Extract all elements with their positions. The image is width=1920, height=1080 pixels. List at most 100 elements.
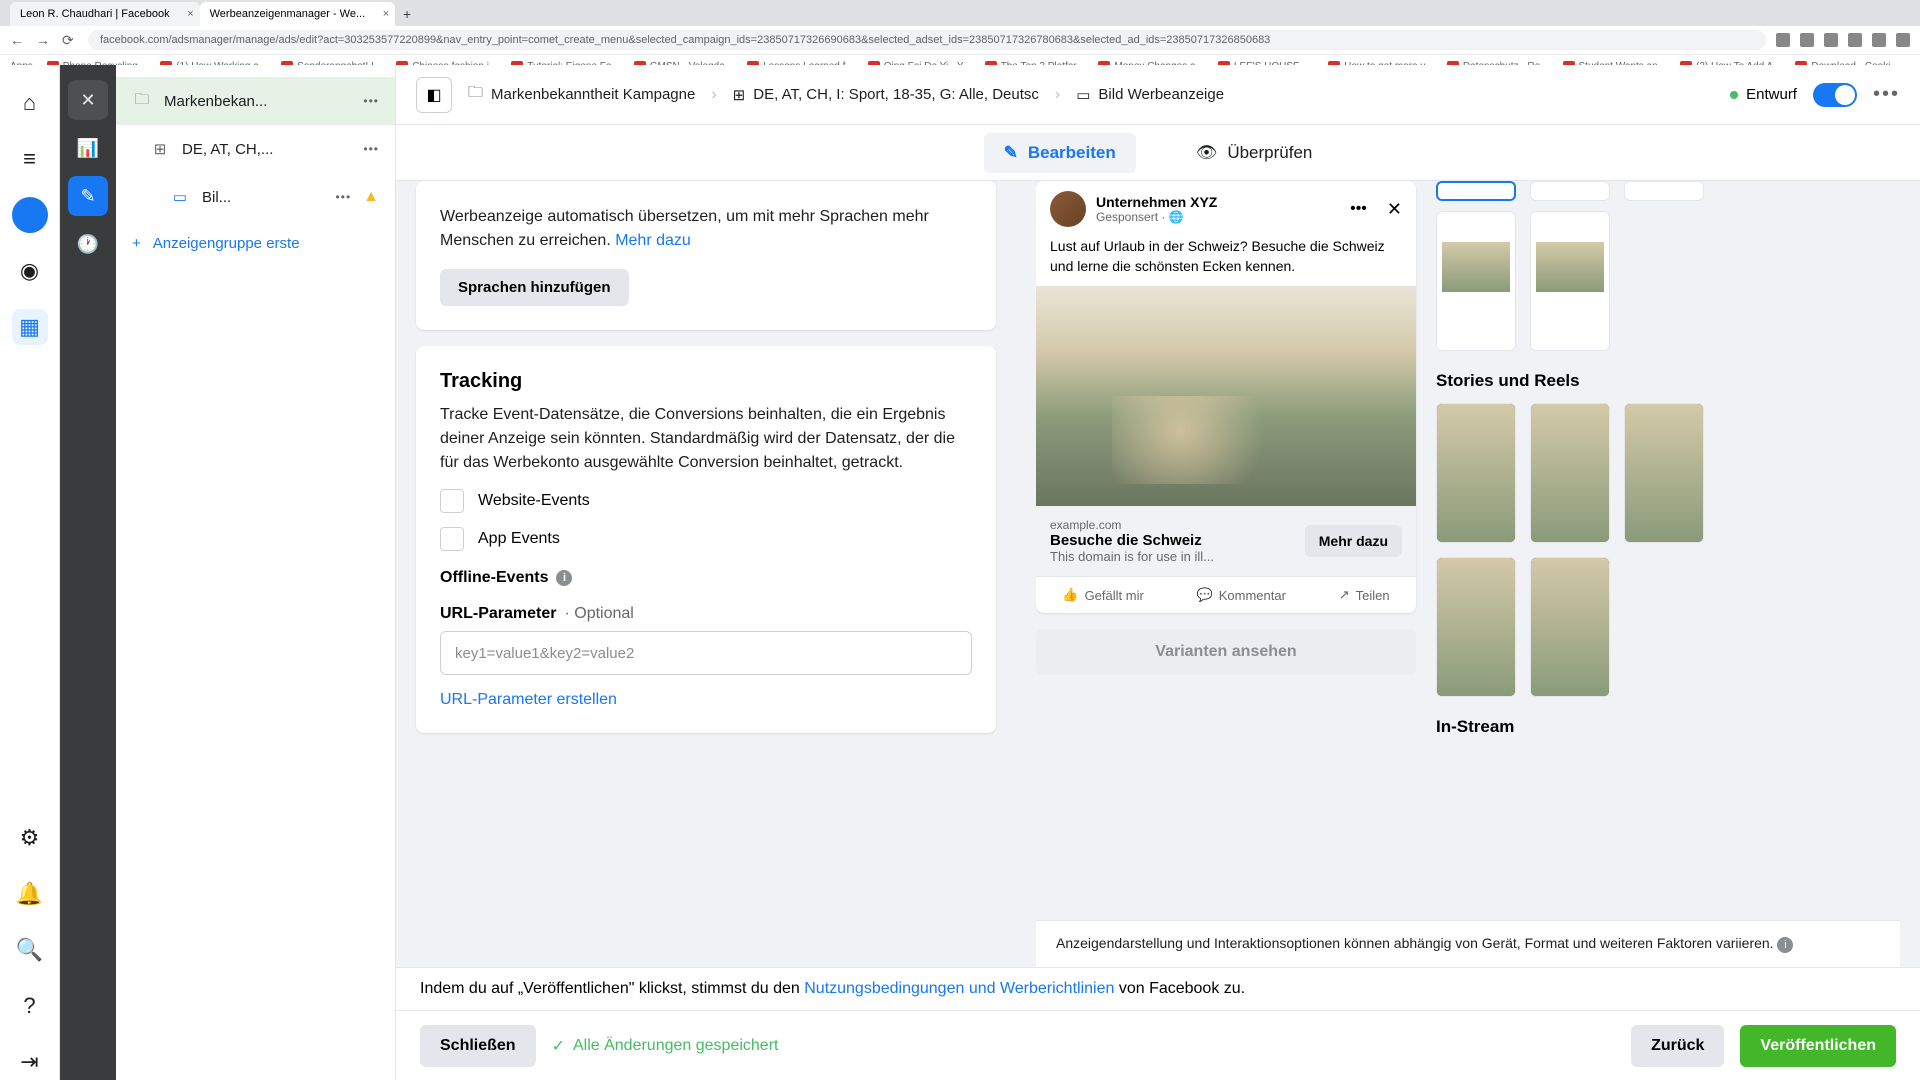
checkbox[interactable]	[440, 489, 464, 513]
section-title: In-Stream	[1436, 717, 1900, 737]
tree-label: Markenbekan...	[164, 93, 351, 110]
placement-thumb[interactable]	[1436, 181, 1516, 201]
publish-button[interactable]: Veröffentlichen	[1740, 1025, 1896, 1067]
tracking-card: Tracking Tracke Event-Datensätze, die Co…	[416, 346, 996, 733]
tree-campaign[interactable]: 🗀 Markenbekan... •••	[116, 77, 395, 125]
placement-thumb[interactable]	[1530, 211, 1610, 351]
placement-thumb[interactable]	[1530, 403, 1610, 543]
view-variants-button[interactable]: Varianten ansehen	[1036, 629, 1416, 675]
learn-more-link[interactable]: Mehr dazu	[615, 232, 691, 249]
url-param-input[interactable]	[440, 631, 972, 675]
sub-tabs: ✎Bearbeiten 👁Überprüfen	[396, 125, 1920, 181]
extensions	[1776, 33, 1910, 47]
tree-adset[interactable]: ⊞ DE, AT, CH,... •••	[116, 125, 395, 173]
image-icon: ▭	[170, 187, 190, 207]
preview-headline: Besuche die Schweiz	[1050, 532, 1305, 549]
crumb-adset[interactable]: ⊞DE, AT, CH, I: Sport, 18-35, G: Alle, D…	[733, 86, 1039, 104]
preview-header: Unternehmen XYZ Gesponsert · 🌐 ••• ✕	[1036, 181, 1416, 237]
collapse-button[interactable]: ◧	[416, 77, 452, 113]
advertiser-name: Unternehmen XYZ	[1096, 194, 1340, 210]
edit-icon[interactable]: ✎	[68, 176, 108, 216]
preview-description: This domain is for use in ill...	[1050, 549, 1305, 564]
help-icon[interactable]: ?	[12, 988, 48, 1024]
preview-row: Unternehmen XYZ Gesponsert · 🌐 ••• ✕ Lus…	[1036, 181, 1900, 920]
avatar[interactable]	[12, 197, 48, 233]
share-button[interactable]: ↗Teilen	[1339, 587, 1390, 603]
create-adset-button[interactable]: + Anzeigengruppe erste	[116, 221, 395, 266]
close-button[interactable]: ✕	[68, 80, 108, 120]
languages-card: Werbeanzeige automatisch übersetzen, um …	[416, 181, 996, 330]
more-icon[interactable]: •••	[363, 94, 379, 108]
placement-thumb[interactable]	[1436, 403, 1516, 543]
back-button[interactable]: Zurück	[1631, 1025, 1724, 1067]
app-events-row[interactable]: App Events	[440, 527, 972, 551]
extension-icon[interactable]	[1896, 33, 1910, 47]
more-icon[interactable]: •••	[363, 142, 379, 156]
pencil-icon: ✎	[1004, 143, 1018, 163]
bell-icon[interactable]: 🔔	[12, 876, 48, 912]
close-button[interactable]: Schließen	[420, 1025, 536, 1067]
tab-edit[interactable]: ✎Bearbeiten	[984, 133, 1136, 173]
extension-icon[interactable]	[1800, 33, 1814, 47]
preview-cta-button[interactable]: Mehr dazu	[1305, 525, 1402, 557]
grid-icon: ⊞	[733, 86, 746, 104]
gear-icon[interactable]: ⚙	[12, 820, 48, 856]
close-icon[interactable]: ✕	[1387, 199, 1402, 220]
like-button[interactable]: 👍Gefällt mir	[1062, 587, 1143, 603]
share-icon: ↗	[1339, 587, 1350, 603]
placement-thumb[interactable]	[1530, 181, 1610, 201]
back-icon[interactable]: ←	[10, 32, 26, 48]
tab-review[interactable]: 👁Überprüfen	[1176, 133, 1333, 173]
more-icon[interactable]: •••	[1873, 83, 1900, 106]
add-languages-button[interactable]: Sprachen hinzufügen	[440, 269, 629, 306]
home-icon[interactable]: ⌂	[12, 85, 48, 121]
grid-icon[interactable]: ▦	[12, 309, 48, 345]
feeds-section	[1436, 181, 1900, 351]
status-toggle[interactable]	[1813, 83, 1857, 107]
form-column[interactable]: Werbeanzeige automatisch übersetzen, um …	[396, 181, 1016, 967]
placement-thumb[interactable]	[1624, 181, 1704, 201]
preview-actions: 👍Gefällt mir 💬Kommentar ↗Teilen	[1036, 576, 1416, 613]
extension-icon[interactable]	[1776, 33, 1790, 47]
menu-icon[interactable]: ≡	[12, 141, 48, 177]
gauge-icon[interactable]: ◉	[12, 253, 48, 289]
info-icon[interactable]: i	[556, 570, 572, 586]
browser-tab[interactable]: Werbeanzeigenmanager - We...×	[200, 2, 396, 26]
extension-icon[interactable]	[1824, 33, 1838, 47]
eye-icon: 👁	[1196, 143, 1218, 163]
placement-thumb[interactable]	[1436, 557, 1516, 697]
search-icon[interactable]: 🔍	[12, 932, 48, 968]
reload-icon[interactable]: ⟳	[62, 32, 78, 48]
extension-icon[interactable]	[1872, 33, 1886, 47]
comment-button[interactable]: 💬Kommentar	[1197, 587, 1286, 603]
forward-icon[interactable]: →	[36, 32, 52, 48]
close-icon[interactable]: ×	[383, 8, 389, 20]
terms-link[interactable]: Nutzungsbedingungen und Werberichtlinien	[804, 980, 1114, 997]
placement-thumb[interactable]	[1624, 403, 1704, 543]
placements-column[interactable]: Stories und Reels	[1436, 181, 1900, 920]
create-label: Anzeigengruppe erste	[153, 235, 300, 252]
info-icon[interactable]: i	[1777, 937, 1793, 953]
chart-icon[interactable]: 📊	[68, 128, 108, 168]
tab-bar: Leon R. Chaudhari | Facebook× Werbeanzei…	[0, 0, 1920, 26]
close-icon[interactable]: ×	[187, 8, 193, 20]
url-bar[interactable]: facebook.com/adsmanager/manage/ads/edit?…	[88, 30, 1766, 50]
placement-thumb[interactable]	[1530, 557, 1610, 697]
new-tab-button[interactable]: +	[395, 2, 419, 26]
tree-ad[interactable]: ▭ Bil... ••• ▲	[116, 173, 395, 221]
collapse-icon[interactable]: ⇥	[12, 1044, 48, 1080]
create-url-param-link[interactable]: URL-Parameter erstellen	[440, 691, 617, 708]
crumb-campaign[interactable]: 🗀Markenbekanntheit Kampagne	[468, 82, 695, 107]
history-icon[interactable]: 🕐	[68, 224, 108, 264]
check-icon: ✓	[552, 1036, 565, 1056]
more-icon[interactable]: •••	[336, 190, 352, 204]
browser-tab[interactable]: Leon R. Chaudhari | Facebook×	[10, 2, 200, 26]
checkbox[interactable]	[440, 527, 464, 551]
website-events-row[interactable]: Website-Events	[440, 489, 972, 513]
preview-link-card: example.com Besuche die Schweiz This dom…	[1036, 506, 1416, 576]
more-icon[interactable]: •••	[1350, 200, 1367, 218]
placement-thumb[interactable]	[1436, 211, 1516, 351]
like-icon: 👍	[1062, 587, 1078, 603]
extension-icon[interactable]	[1848, 33, 1862, 47]
folder-icon: 🗀	[468, 82, 483, 107]
